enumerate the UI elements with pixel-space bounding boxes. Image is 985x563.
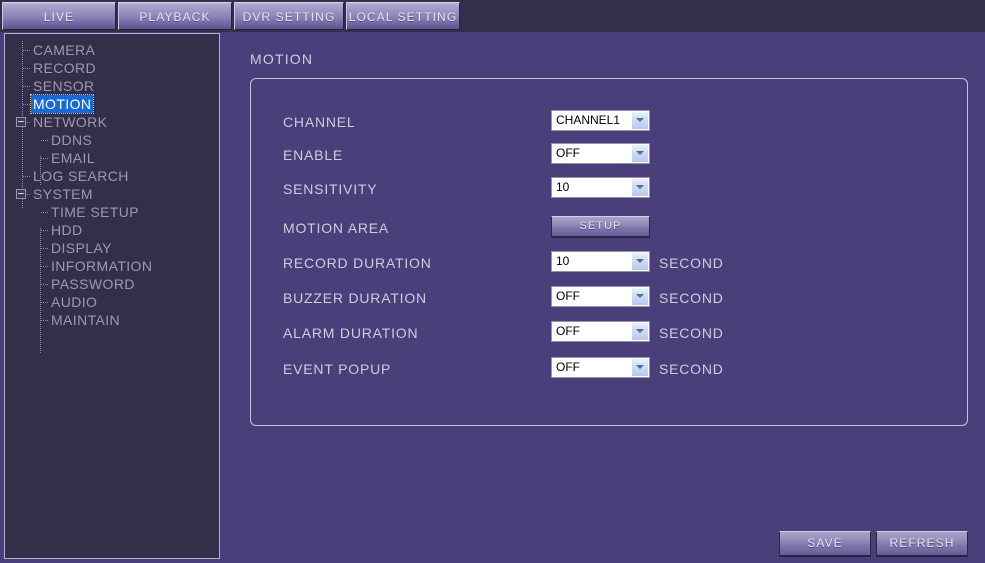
chevron-down-icon[interactable] — [631, 323, 648, 340]
content-area: MOTION CHANNEL CHANNEL1 ENABLE OFF SENSI… — [222, 33, 985, 563]
sensitivity-select-value: 10 — [556, 180, 570, 194]
sidebar-item-sensor[interactable]: SENSOR — [5, 77, 219, 95]
row-label: ALARM DURATION — [283, 325, 419, 341]
buzzer-duration-select[interactable]: OFF — [551, 286, 650, 307]
row-label: RECORD DURATION — [283, 255, 432, 271]
sidebar-item-email[interactable]: EMAIL — [5, 149, 219, 167]
channel-select[interactable]: CHANNEL1 — [551, 110, 650, 131]
sidebar-item-time-setup[interactable]: TIME SETUP — [5, 203, 219, 221]
field-wrap: OFF — [551, 143, 650, 164]
sidebar-item-label: AUDIO — [51, 294, 98, 310]
chevron-down-icon[interactable] — [631, 253, 648, 270]
settings-tree: CAMERA RECORD SENSOR MOTION NETWORK DDNS… — [5, 34, 219, 354]
chevron-down-icon[interactable] — [631, 112, 648, 129]
sidebar-item-audio[interactable]: AUDIO — [5, 293, 219, 311]
sidebar-item-label: INFORMATION — [51, 258, 153, 274]
sidebar-item-label: MOTION — [29, 94, 95, 114]
sidebar-item-record[interactable]: RECORD — [5, 59, 219, 77]
motion-area-setup-button[interactable]: SETUP — [551, 216, 650, 238]
event-popup-select[interactable]: OFF — [551, 357, 650, 378]
chevron-down-icon[interactable] — [631, 359, 648, 376]
refresh-button[interactable]: REFRESH — [876, 531, 968, 557]
sidebar-item-log-search[interactable]: LOG SEARCH — [5, 167, 219, 185]
alarm-duration-select[interactable]: OFF — [551, 321, 650, 342]
chevron-down-icon[interactable] — [631, 145, 648, 162]
row-record-duration: RECORD DURATION 10 SECOND — [283, 248, 943, 278]
motion-settings-panel: CHANNEL CHANNEL1 ENABLE OFF SENSITIVITY … — [250, 78, 968, 426]
sidebar-item-label: DISPLAY — [51, 240, 112, 256]
record-duration-select-value: 10 — [556, 254, 570, 268]
tree-connector — [27, 122, 31, 123]
field-wrap: SETUP — [551, 216, 650, 238]
dvr-setting-window: LIVE PLAYBACK DVR SETTING LOCAL SETTING … — [0, 0, 985, 563]
tab-local-setting[interactable]: LOCAL SETTING — [346, 2, 460, 30]
sidebar-item-system[interactable]: SYSTEM — [5, 185, 219, 203]
page-title: MOTION — [250, 51, 314, 67]
sidebar-item-label: LOG SEARCH — [33, 168, 129, 184]
sidebar-item-label: PASSWORD — [51, 276, 135, 292]
unit-label: SECOND — [659, 325, 724, 341]
sidebar-item-maintain[interactable]: MAINTAIN — [5, 311, 219, 329]
sidebar-item-label: SYSTEM — [33, 186, 93, 202]
field-wrap: 10 — [551, 251, 650, 272]
sidebar-item-display[interactable]: DISPLAY — [5, 239, 219, 257]
chevron-down-icon[interactable] — [631, 288, 648, 305]
tree-connector — [27, 194, 31, 195]
sidebar-item-label: HDD — [51, 222, 83, 238]
row-label: BUZZER DURATION — [283, 290, 427, 306]
row-motion-area: MOTION AREA SETUP — [283, 213, 943, 243]
row-alarm-duration: ALARM DURATION OFF SECOND — [283, 318, 943, 348]
chevron-down-icon[interactable] — [631, 179, 648, 196]
alarm-duration-select-value: OFF — [556, 324, 580, 338]
sidebar-item-network[interactable]: NETWORK — [5, 113, 219, 131]
sidebar-item-label: CAMERA — [33, 42, 96, 58]
event-popup-select-value: OFF — [556, 360, 580, 374]
field-wrap: 10 — [551, 177, 650, 198]
sidebar-item-motion[interactable]: MOTION — [5, 94, 219, 114]
row-label: SENSITIVITY — [283, 181, 378, 197]
sidebar-item-label: DDNS — [51, 132, 93, 148]
sidebar-item-ddns[interactable]: DDNS — [5, 131, 219, 149]
row-enable: ENABLE OFF — [283, 140, 943, 170]
sidebar-item-password[interactable]: PASSWORD — [5, 275, 219, 293]
main-tab-bar: LIVE PLAYBACK DVR SETTING LOCAL SETTING — [0, 0, 985, 32]
row-event-popup: EVENT POPUP OFF SECOND — [283, 354, 943, 384]
field-wrap: OFF — [551, 321, 650, 342]
unit-label: SECOND — [659, 290, 724, 306]
row-channel: CHANNEL CHANNEL1 — [283, 107, 943, 137]
sidebar-item-label: RECORD — [33, 60, 97, 76]
enable-select-value: OFF — [556, 146, 580, 160]
settings-sidebar: CAMERA RECORD SENSOR MOTION NETWORK DDNS… — [4, 33, 220, 559]
row-label: EVENT POPUP — [283, 361, 392, 377]
tab-playback[interactable]: PLAYBACK — [118, 2, 232, 30]
sidebar-item-label: SENSOR — [33, 78, 95, 94]
save-button[interactable]: SAVE — [779, 531, 871, 557]
field-wrap: CHANNEL1 — [551, 110, 650, 131]
collapse-minus-icon[interactable] — [16, 189, 26, 199]
collapse-minus-icon[interactable] — [16, 117, 26, 127]
row-buzzer-duration: BUZZER DURATION OFF SECOND — [283, 283, 943, 313]
sidebar-item-label: MAINTAIN — [51, 312, 121, 328]
tab-live[interactable]: LIVE — [2, 2, 116, 30]
row-sensitivity: SENSITIVITY 10 — [283, 174, 943, 204]
sidebar-item-information[interactable]: INFORMATION — [5, 257, 219, 275]
buzzer-duration-select-value: OFF — [556, 289, 580, 303]
row-label: ENABLE — [283, 147, 344, 163]
channel-select-value: CHANNEL1 — [556, 113, 621, 127]
sidebar-item-camera[interactable]: CAMERA — [5, 41, 219, 59]
row-label: CHANNEL — [283, 114, 356, 130]
record-duration-select[interactable]: 10 — [551, 251, 650, 272]
sidebar-item-hdd[interactable]: HDD — [5, 221, 219, 239]
field-wrap: OFF — [551, 357, 650, 378]
enable-select[interactable]: OFF — [551, 143, 650, 164]
tab-dvr-setting[interactable]: DVR SETTING — [234, 2, 344, 30]
row-label: MOTION AREA — [283, 220, 390, 236]
sidebar-item-label: EMAIL — [51, 150, 96, 166]
sidebar-item-label: TIME SETUP — [51, 204, 140, 220]
sidebar-item-label: NETWORK — [33, 114, 108, 130]
sensitivity-select[interactable]: 10 — [551, 177, 650, 198]
unit-label: SECOND — [659, 255, 724, 271]
field-wrap: OFF — [551, 286, 650, 307]
unit-label: SECOND — [659, 361, 724, 377]
